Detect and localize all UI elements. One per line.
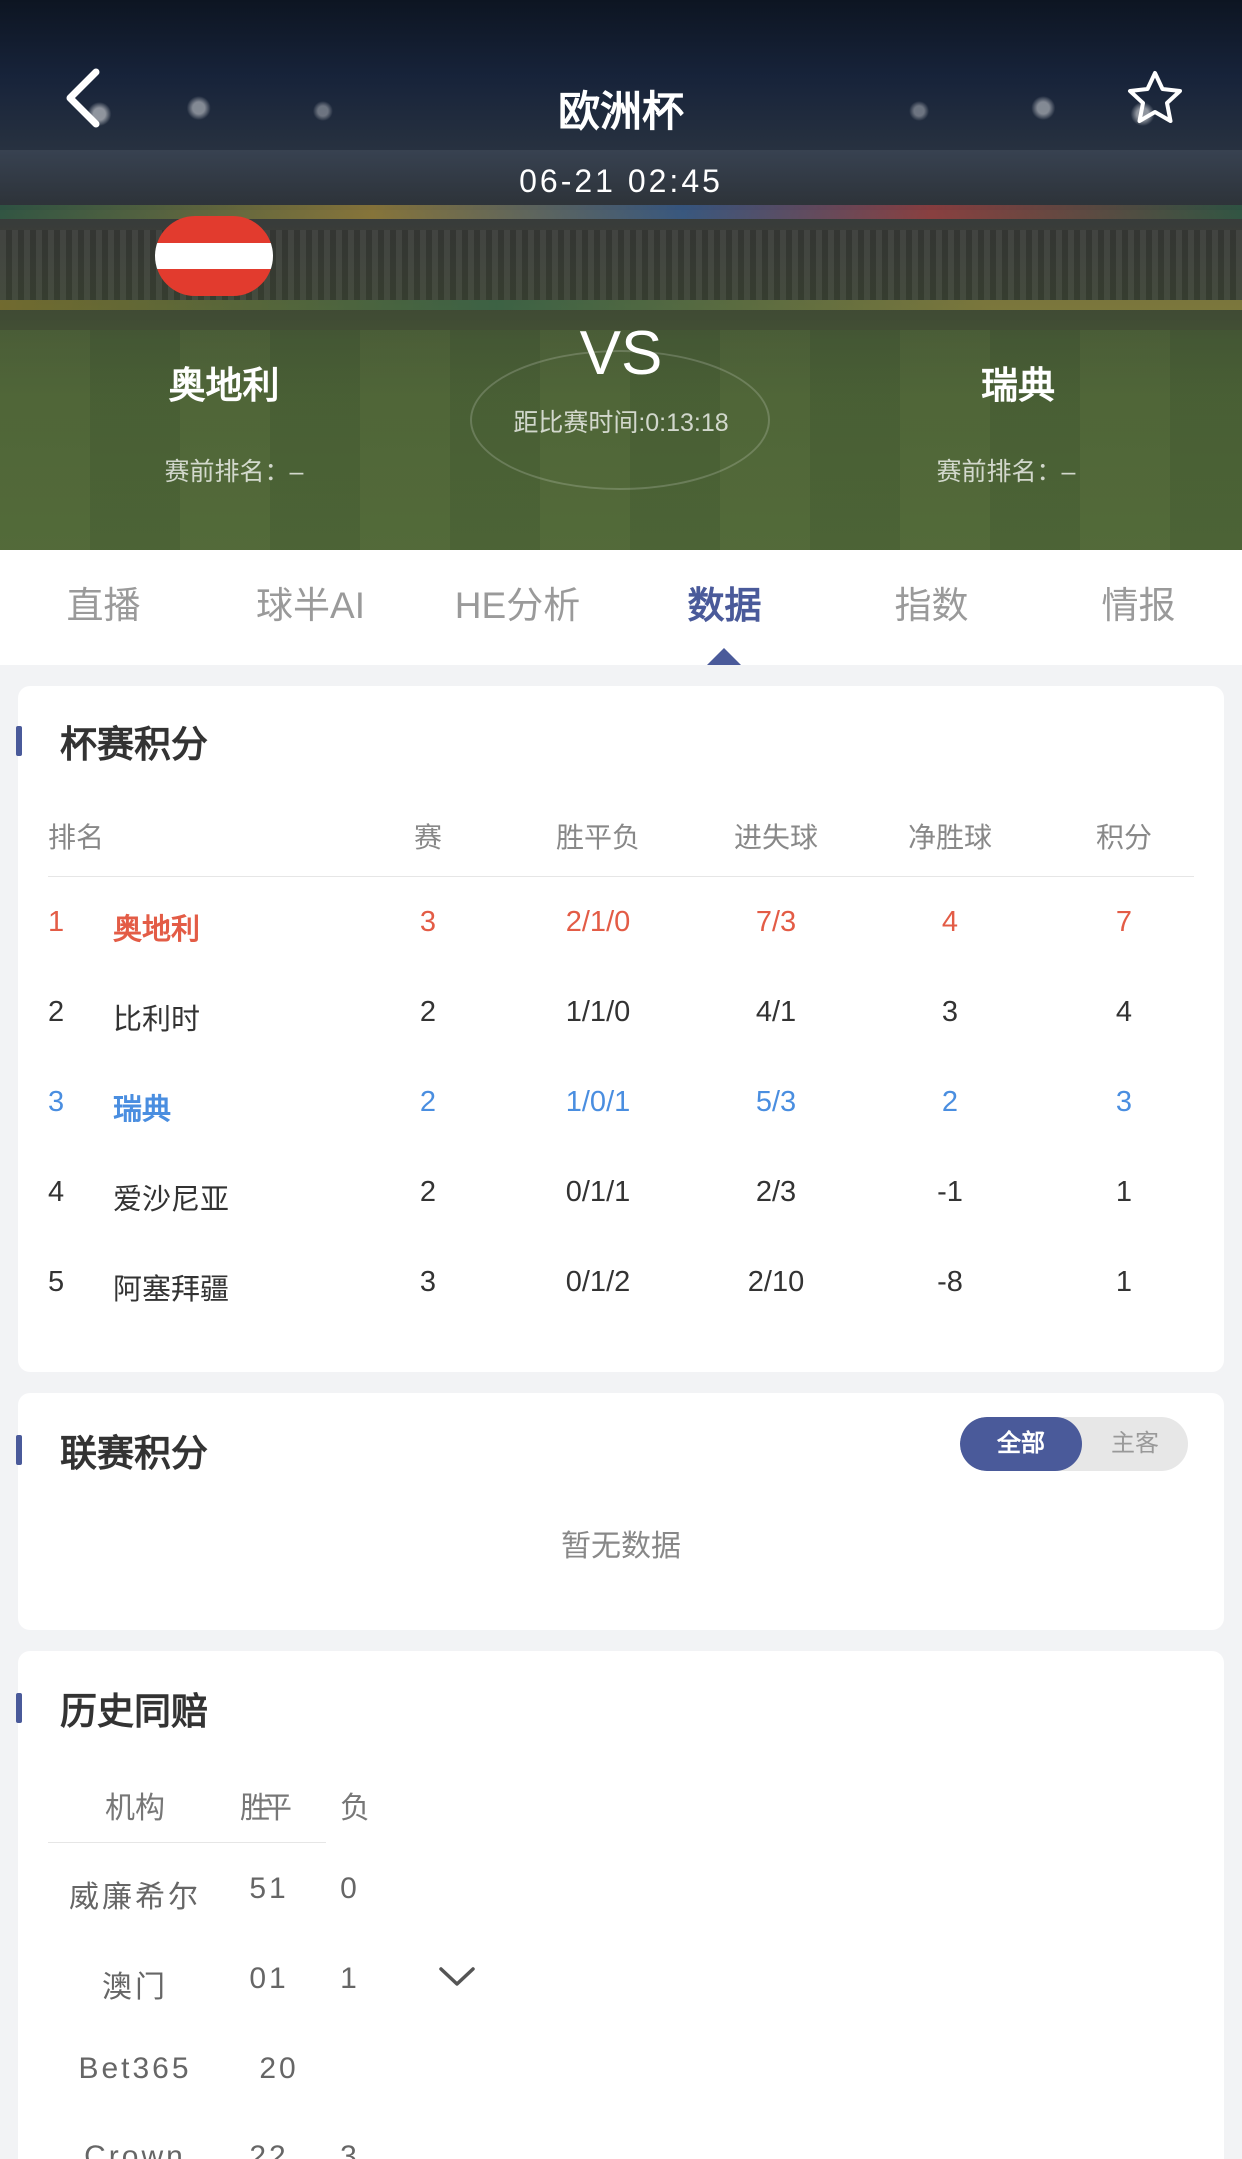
rank-cell: 1 bbox=[48, 906, 65, 938]
org-cell: Bet365 bbox=[78, 2052, 192, 2085]
col-header-rank: 排名 bbox=[48, 822, 105, 853]
odds-cell: 20 bbox=[259, 2052, 299, 2085]
rank-cell: 3 bbox=[48, 1086, 65, 1118]
gd-cell: -8 bbox=[937, 1266, 963, 1298]
active-tab-indicator bbox=[707, 648, 741, 665]
team-cell: 奥地利 bbox=[113, 914, 201, 946]
tab-intel[interactable]: 情报 bbox=[1035, 550, 1242, 665]
wdl-cell: 0/1/2 bbox=[565, 1266, 631, 1298]
gd-cell: 3 bbox=[941, 996, 959, 1028]
played-cell: 2 bbox=[419, 1086, 437, 1118]
played-cell: 2 bbox=[419, 996, 437, 1028]
competition-title: 欧洲杯 bbox=[557, 88, 684, 135]
col-header-gd: 净胜球 bbox=[907, 822, 992, 853]
played-cell: 3 bbox=[419, 1266, 437, 1298]
countdown: 距比赛时间:0:13:18 bbox=[513, 409, 729, 437]
toggle-home-away[interactable]: 主客 bbox=[1082, 1417, 1188, 1471]
col-header-played: 赛 bbox=[413, 822, 442, 853]
odds-cell: 01 bbox=[249, 1962, 289, 1995]
col-header-goals: 进失球 bbox=[733, 822, 818, 853]
chevron-down-icon bbox=[439, 1967, 475, 1986]
flag-stripe-middle bbox=[155, 242, 273, 270]
played-cell: 2 bbox=[419, 1176, 437, 1208]
expand-button[interactable] bbox=[438, 1965, 476, 1989]
rank-cell: 2 bbox=[48, 996, 65, 1028]
wdl-cell: 2/1/0 bbox=[565, 906, 631, 938]
history-header-divider bbox=[48, 1842, 326, 1843]
org-cell: 澳门 bbox=[102, 1971, 168, 2004]
team-cell: 瑞典 bbox=[113, 1094, 172, 1126]
gd-cell: 2 bbox=[941, 1086, 959, 1118]
wdl-cell: 0/1/1 bbox=[565, 1176, 631, 1208]
goals-cell: 4/1 bbox=[755, 996, 797, 1028]
ad-board-lower bbox=[0, 300, 1242, 310]
away-team-name[interactable]: 瑞典 bbox=[918, 355, 1118, 409]
org-cell: Crown bbox=[84, 2140, 186, 2159]
pts-cell: 7 bbox=[1115, 906, 1133, 938]
pts-cell: 1 bbox=[1115, 1266, 1133, 1298]
col-header-pts: 积分 bbox=[1095, 822, 1152, 853]
header-divider bbox=[48, 876, 1194, 877]
toggle-all[interactable]: 全部 bbox=[960, 1417, 1082, 1471]
wdl-cell: 1/1/0 bbox=[565, 996, 631, 1028]
flag-stripe-top bbox=[155, 216, 273, 243]
col-header-draw: 平 bbox=[262, 1792, 292, 1825]
home-team-flag bbox=[155, 216, 273, 296]
wdl-cell: 1/0/1 bbox=[565, 1086, 631, 1118]
section-marker bbox=[16, 726, 22, 756]
goals-cell: 7/3 bbox=[755, 906, 797, 938]
star-icon bbox=[1128, 71, 1182, 123]
odds-cell: 51 bbox=[249, 1872, 289, 1905]
section-marker bbox=[16, 1693, 22, 1723]
tab-he-analysis[interactable]: HE分析 bbox=[414, 550, 621, 665]
section-title: 杯赛积分 bbox=[60, 724, 208, 765]
pts-cell: 3 bbox=[1115, 1086, 1133, 1118]
rank-cell: 5 bbox=[48, 1266, 65, 1298]
odds-cell: 0 bbox=[340, 1872, 360, 1905]
section-title: 联赛积分 bbox=[60, 1433, 208, 1474]
tab-bar: 直播 球半AI HE分析 数据 指数 情报 bbox=[0, 550, 1242, 665]
section-marker bbox=[16, 1435, 22, 1465]
col-header-wdl: 胜平负 bbox=[555, 822, 640, 853]
gd-cell: -1 bbox=[937, 1176, 963, 1208]
home-pre-rank: 赛前排名：– bbox=[164, 458, 304, 486]
odds-cell: 1 bbox=[340, 1962, 360, 1995]
goals-cell: 2/10 bbox=[747, 1266, 805, 1298]
col-header-loss: 负 bbox=[340, 1792, 370, 1825]
team-cell: 阿塞拜疆 bbox=[113, 1274, 230, 1306]
match-datetime: 06-21 02:45 bbox=[519, 163, 723, 199]
favorite-button[interactable] bbox=[1125, 68, 1185, 128]
pts-cell: 4 bbox=[1115, 996, 1133, 1028]
odds-cell: 22 bbox=[249, 2140, 289, 2159]
tab-live[interactable]: 直播 bbox=[0, 550, 207, 665]
played-cell: 3 bbox=[419, 906, 437, 938]
tab-odds[interactable]: 指数 bbox=[828, 550, 1035, 665]
empty-state: 暂无数据 bbox=[561, 1530, 681, 1563]
cup-standings-card: 杯赛积分 排名 赛 胜平负 进失球 净胜球 积分 1 奥地利 3 2/1/0 7… bbox=[16, 686, 1224, 1372]
col-header-org: 机构 bbox=[105, 1792, 165, 1825]
pts-cell: 1 bbox=[1115, 1176, 1133, 1208]
scope-toggle[interactable]: 全部 主客 bbox=[960, 1417, 1188, 1471]
team-cell: 爱沙尼亚 bbox=[113, 1184, 230, 1216]
away-pre-rank: 赛前排名：– bbox=[936, 458, 1076, 486]
org-cell: 威廉希尔 bbox=[69, 1881, 201, 1914]
section-title: 历史同赔 bbox=[60, 1691, 208, 1732]
rank-cell: 4 bbox=[48, 1176, 65, 1208]
team-cell: 比利时 bbox=[113, 1004, 201, 1036]
goals-cell: 2/3 bbox=[755, 1176, 797, 1208]
gd-cell: 4 bbox=[941, 906, 959, 938]
goals-cell: 5/3 bbox=[755, 1086, 797, 1118]
odds-cell: 3 bbox=[340, 2140, 360, 2159]
match-header: 欧洲杯 06-21 02:45 奥地利 VS 瑞典 距比赛时间:0:13:18 … bbox=[0, 0, 1242, 550]
tab-ai[interactable]: 球半AI bbox=[207, 550, 414, 665]
